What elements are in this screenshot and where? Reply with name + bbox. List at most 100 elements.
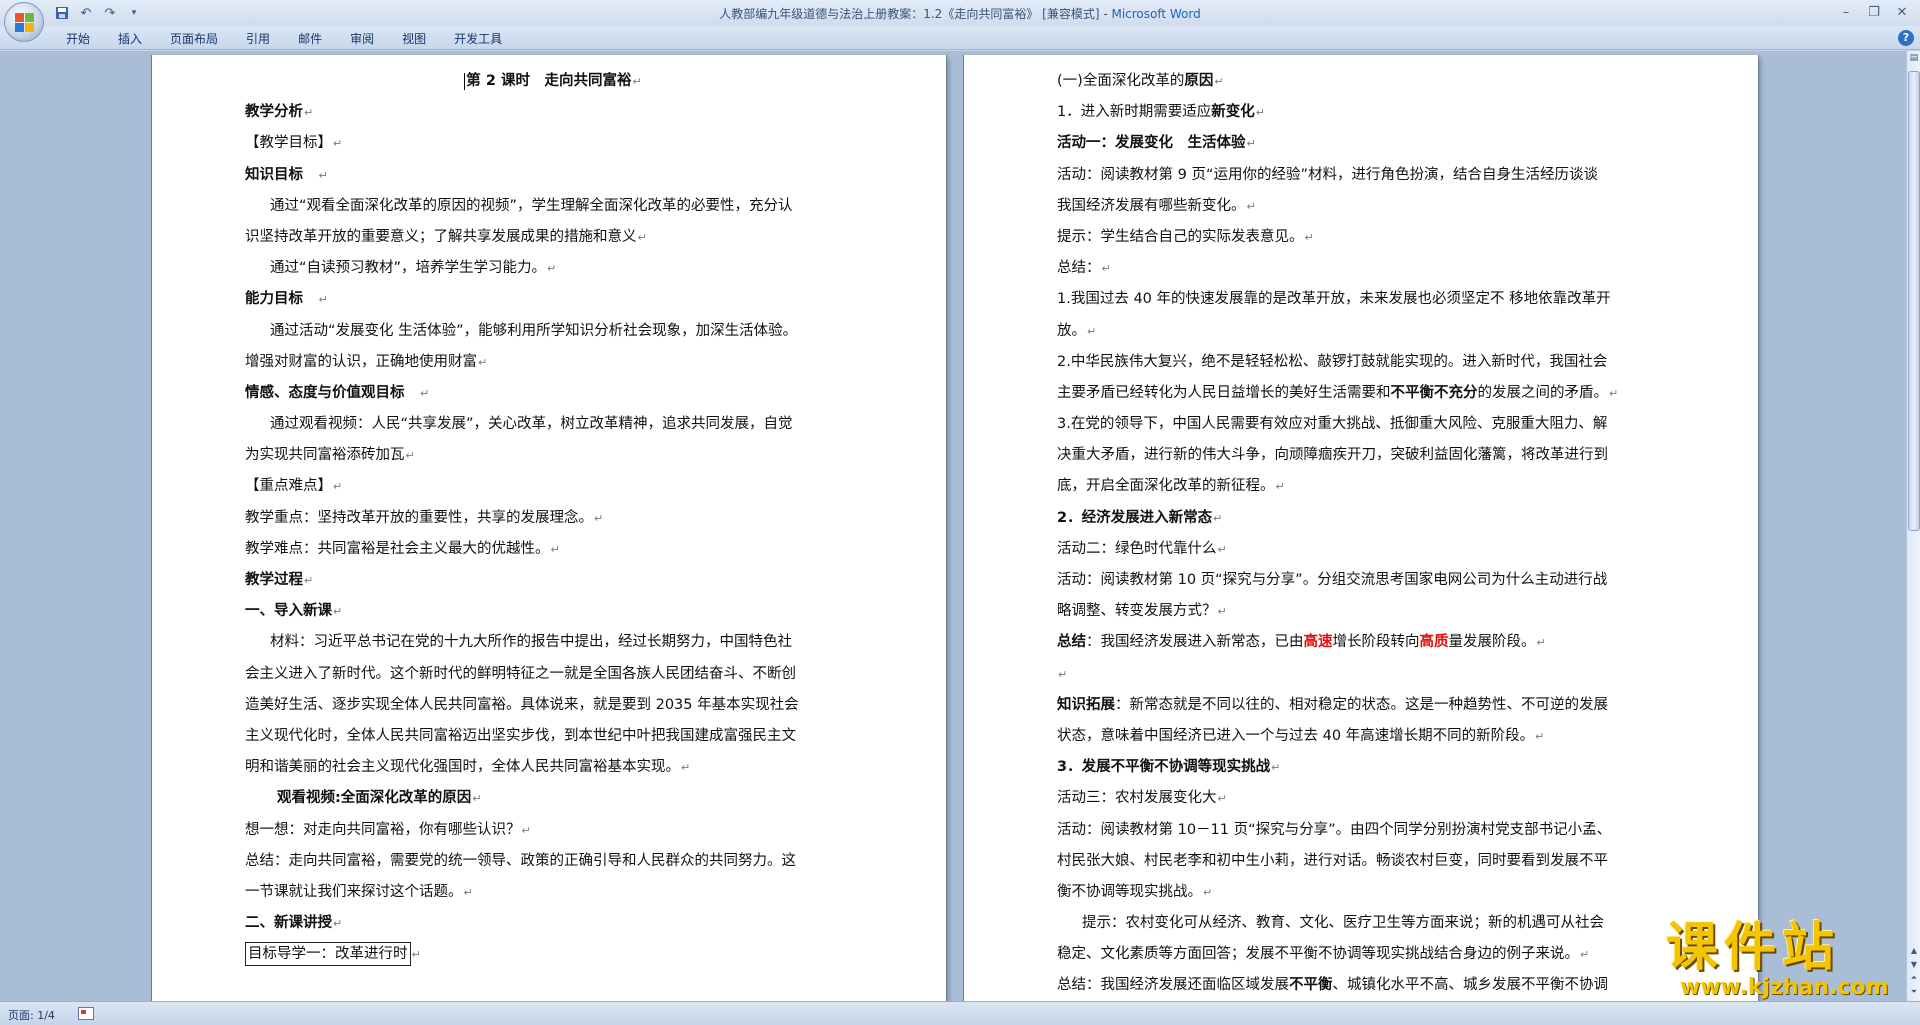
- document-line[interactable]: 第 2 课时 走向共同富裕↵: [245, 66, 861, 97]
- document-line[interactable]: 识坚持改革开放的重要意义；了解共享发展成果的措施和意义↵: [245, 222, 861, 253]
- text-run: 通过活动“发展变化 生活体验”，能够利用所学知识分析社会现象，加深生活体验。: [270, 322, 798, 339]
- vertical-scrollbar[interactable]: ▤ ▲ ▼ ⏶ ⏷: [1906, 51, 1920, 1001]
- document-line[interactable]: 明和谐美丽的社会主义现代化强国时，全体人民共同富裕基本实现。↵: [245, 752, 861, 783]
- document-line[interactable]: 总结：↵: [1057, 253, 1673, 284]
- document-line[interactable]: 总结：我国经济发展还面临区域发展不平衡、城镇化水平不高、城乡发展不平衡不协调: [1057, 970, 1673, 1001]
- document-line[interactable]: 会主义进入了新时代。这个新时代的鲜明特征之一就是全国各族人民团结奋斗、不断创: [245, 659, 861, 690]
- document-line[interactable]: 总结：走向共同富裕，需要党的统一领导、政策的正确引导和人民群众的共同努力。这: [245, 846, 861, 877]
- document-line[interactable]: 2．经济发展进入新常态↵: [1057, 503, 1673, 534]
- document-line[interactable]: 知识拓展：新常态就是不同以往的、相对稳定的状态。这是一种趋势性、不可逆的发展: [1057, 690, 1673, 721]
- proofing-icon[interactable]: [78, 1007, 94, 1020]
- document-line[interactable]: 活动一：发展变化 生活体验↵: [1057, 128, 1673, 159]
- document-line[interactable]: 主义现代化时，全体人民共同富裕迈出坚实步伐，到本世纪中叶把我国建成富强民主文: [245, 721, 861, 752]
- text-run: 总结: [1057, 634, 1086, 651]
- document-line[interactable]: 放。↵: [1057, 316, 1673, 347]
- document-line[interactable]: 一节课就让我们来探讨这个话题。↵: [245, 877, 861, 908]
- document-line[interactable]: 通过“观看全面深化改革的原因的视频”，学生理解全面深化改革的必要性，充分认: [245, 191, 861, 222]
- document-line[interactable]: 为实现共同富裕添砖加瓦↵: [245, 440, 861, 471]
- minimize-icon[interactable]: –: [1832, 2, 1860, 22]
- document-line[interactable]: 活动三：农村发展变化大↵: [1057, 783, 1673, 814]
- document-line[interactable]: 二、新课讲授↵: [245, 908, 861, 939]
- text-run: 一节课就让我们来探讨这个话题。: [245, 883, 463, 900]
- next-page-icon[interactable]: ⏷: [1908, 985, 1920, 999]
- paragraph-mark-icon: ↵: [1275, 480, 1285, 494]
- page-indicator[interactable]: 页面: 1/4: [8, 1007, 55, 1023]
- help-icon[interactable]: ?: [1898, 30, 1914, 46]
- document-line[interactable]: 教学重点：坚持改革开放的重要性，共享的发展理念。↵: [245, 503, 861, 534]
- document-line[interactable]: 活动二：绿色时代靠什么↵: [1057, 534, 1673, 565]
- text-run: 会主义进入了新时代。这个新时代的鲜明特征之一就是全国各族人民团结奋斗、不断创: [245, 665, 796, 682]
- paragraph-mark-icon: ↵: [1246, 199, 1256, 213]
- document-line[interactable]: 一、导入新课↵: [245, 596, 861, 627]
- document-line[interactable]: 教学过程↵: [245, 565, 861, 596]
- previous-page-icon[interactable]: ⏶: [1908, 971, 1920, 985]
- document-line[interactable]: 稳定、文化素质等方面回答；发展不平衡不协调等现实挑战结合身边的例子来说。↵: [1057, 939, 1673, 970]
- ribbon-tab[interactable]: 视图: [388, 30, 440, 48]
- document-line[interactable]: 总结：我国经济发展进入新常态，已由高速增长阶段转向高质量发展阶段。↵: [1057, 627, 1673, 658]
- view-ruler-icon[interactable]: ▤: [1908, 53, 1920, 67]
- document-line[interactable]: 状态，意味着中国经济已进入一个与过去 40 年高速增长期不同的新阶段。↵: [1057, 721, 1673, 752]
- document-line[interactable]: 1．进入新时期需要适应新变化↵: [1057, 97, 1673, 128]
- document-line[interactable]: 3．发展不平衡不协调等现实挑战↵: [1057, 752, 1673, 783]
- document-line[interactable]: 教学分析↵: [245, 97, 861, 128]
- document-line[interactable]: 衡不协调等现实挑战。↵: [1057, 877, 1673, 908]
- ribbon-tab[interactable]: 审阅: [336, 30, 388, 48]
- document-line[interactable]: 1.我国过去 40 年的快速发展靠的是改革开放，未来发展也必须坚定不 移地依靠改…: [1057, 284, 1673, 315]
- document-line[interactable]: 底，开启全面深化改革的新征程。↵: [1057, 471, 1673, 502]
- document-line[interactable]: 材料：习近平总书记在党的十九大所作的报告中提出，经过长期努力，中国特色社: [245, 627, 861, 658]
- text-run: 量发展阶段。: [1448, 634, 1536, 651]
- paragraph-mark-icon: ↵: [1304, 230, 1314, 244]
- document-line[interactable]: 村民张大娘、村民老李和初中生小莉，进行对话。畅谈农村巨变，同时要看到发展不平: [1057, 846, 1673, 877]
- scroll-down-icon[interactable]: ▼: [1908, 957, 1920, 971]
- page-1-content[interactable]: 第 2 课时 走向共同富裕↵ 教学分析↵ 【教学目标】↵ 知识目标 ↵ 通过“观看全面深…: [245, 66, 861, 970]
- ribbon-tab[interactable]: 开发工具: [440, 30, 516, 48]
- document-line[interactable]: 提示：农村变化可从经济、教育、文化、医疗卫生等方面来说；新的机遇可从社会: [1057, 908, 1673, 939]
- document-line[interactable]: 想一想：对走向共同富裕，你有哪些认识？↵: [245, 815, 861, 846]
- document-line[interactable]: 目标导学一：改革进行时 ↵: [245, 939, 861, 970]
- document-line[interactable]: 决重大矛盾，进行新的伟大斗争，向顽障痼疾开刀，突破利益固化藩篱，将改革进行到: [1057, 440, 1673, 471]
- document-page-1[interactable]: 第 2 课时 走向共同富裕↵ 教学分析↵ 【教学目标】↵ 知识目标 ↵ 通过“观看全面深…: [152, 55, 946, 1001]
- document-line[interactable]: 造美好生活、逐步实现全体人民共同富裕。具体说来，就是要到 2035 年基本实现社…: [245, 690, 861, 721]
- text-run: 村民张大娘、村民老李和初中生小莉，进行对话。畅谈农村巨变，同时要看到发展不平: [1057, 852, 1608, 869]
- ribbon-tab[interactable]: 邮件: [284, 30, 336, 48]
- document-line[interactable]: 活动：阅读教材第 9 页“运用你的经验”材料，进行角色扮演，结合自身生活经历谈谈: [1057, 160, 1673, 191]
- ribbon-tab[interactable]: 插入: [104, 30, 156, 48]
- document-line[interactable]: 略调整、转变发展方式？↵: [1057, 596, 1673, 627]
- document-line[interactable]: ↵: [1057, 659, 1673, 690]
- scroll-up-icon[interactable]: ▲: [1908, 943, 1920, 957]
- ribbon-tab[interactable]: 页面布局: [156, 30, 232, 48]
- document-line[interactable]: 通过观看视频：人民“共享发展”，关心改革，树立改革精神，追求共同发展，自觉: [245, 409, 861, 440]
- document-line[interactable]: 主要矛盾已经转化为人民日益增长的美好生活需要和不平衡不充分的发展之间的矛盾。↵: [1057, 378, 1673, 409]
- document-line[interactable]: 增强对财富的认识，正确地使用财富↵: [245, 347, 861, 378]
- document-workspace[interactable]: 第 2 课时 走向共同富裕↵ 教学分析↵ 【教学目标】↵ 知识目标 ↵ 通过“观看全面深…: [0, 51, 1906, 1001]
- document-line[interactable]: 知识目标 ↵: [245, 160, 861, 191]
- document-line[interactable]: 我国经济发展有哪些新变化。↵: [1057, 191, 1673, 222]
- document-line[interactable]: 能力目标 ↵: [245, 284, 861, 315]
- paragraph-mark-icon: ↵: [333, 605, 343, 619]
- restore-icon[interactable]: ❐: [1860, 2, 1888, 22]
- text-run: 2.中华民族伟大复兴，绝不是轻轻松松、敲锣打鼓就能实现的。进入新时代，我国社会: [1057, 353, 1608, 370]
- document-line[interactable]: (一)全面深化改革的原因↵: [1057, 66, 1673, 97]
- office-button[interactable]: [4, 2, 44, 42]
- scroll-thumb[interactable]: [1908, 71, 1920, 531]
- document-line[interactable]: 情感、态度与价值观目标 ↵: [245, 378, 861, 409]
- document-line[interactable]: 通过“自读预习教材”，培养学生学习能力。↵: [245, 253, 861, 284]
- document-line[interactable]: 通过活动“发展变化 生活体验”，能够利用所学知识分析社会现象，加深生活体验。: [245, 316, 861, 347]
- paragraph-mark-icon: ↵: [1203, 885, 1213, 899]
- document-page-2[interactable]: (一)全面深化改革的原因↵ 1．进入新时期需要适应新变化↵ 活动一：发展变化 生活体…: [964, 55, 1758, 1001]
- document-line[interactable]: 活动：阅读教材第 10 页“探究与分享”。分组交流思考国家电网公司为什么主动进行…: [1057, 565, 1673, 596]
- page-2-content[interactable]: (一)全面深化改革的原因↵ 1．进入新时期需要适应新变化↵ 活动一：发展变化 生活体…: [1057, 66, 1673, 1001]
- ribbon-tab[interactable]: 引用: [232, 30, 284, 48]
- paragraph-mark-icon: ↵: [1609, 386, 1619, 400]
- document-line[interactable]: 观看视频:全面深化改革的原因↵: [245, 783, 861, 814]
- document-line[interactable]: 【重点难点】↵: [245, 471, 861, 502]
- boxed-text-frame[interactable]: 目标导学一：改革进行时: [245, 942, 411, 967]
- close-icon[interactable]: ✕: [1888, 2, 1916, 22]
- document-line[interactable]: 提示：学生结合自己的实际发表意见。↵: [1057, 222, 1673, 253]
- document-line[interactable]: 3.在党的领导下，中国人民需要有效应对重大挑战、抵御重大风险、克服重大阻力、解: [1057, 409, 1673, 440]
- document-line[interactable]: 【教学目标】↵: [245, 128, 861, 159]
- document-line[interactable]: 活动：阅读教材第 10－11 页“探究与分享”。由四个同学分别扮演村党支部书记小…: [1057, 815, 1673, 846]
- ribbon-tab[interactable]: 开始: [52, 30, 104, 48]
- document-line[interactable]: 2.中华民族伟大复兴，绝不是轻轻松松、敲锣打鼓就能实现的。进入新时代，我国社会: [1057, 347, 1673, 378]
- document-line[interactable]: 教学难点：共同富裕是社会主义最大的优越性。↵: [245, 534, 861, 565]
